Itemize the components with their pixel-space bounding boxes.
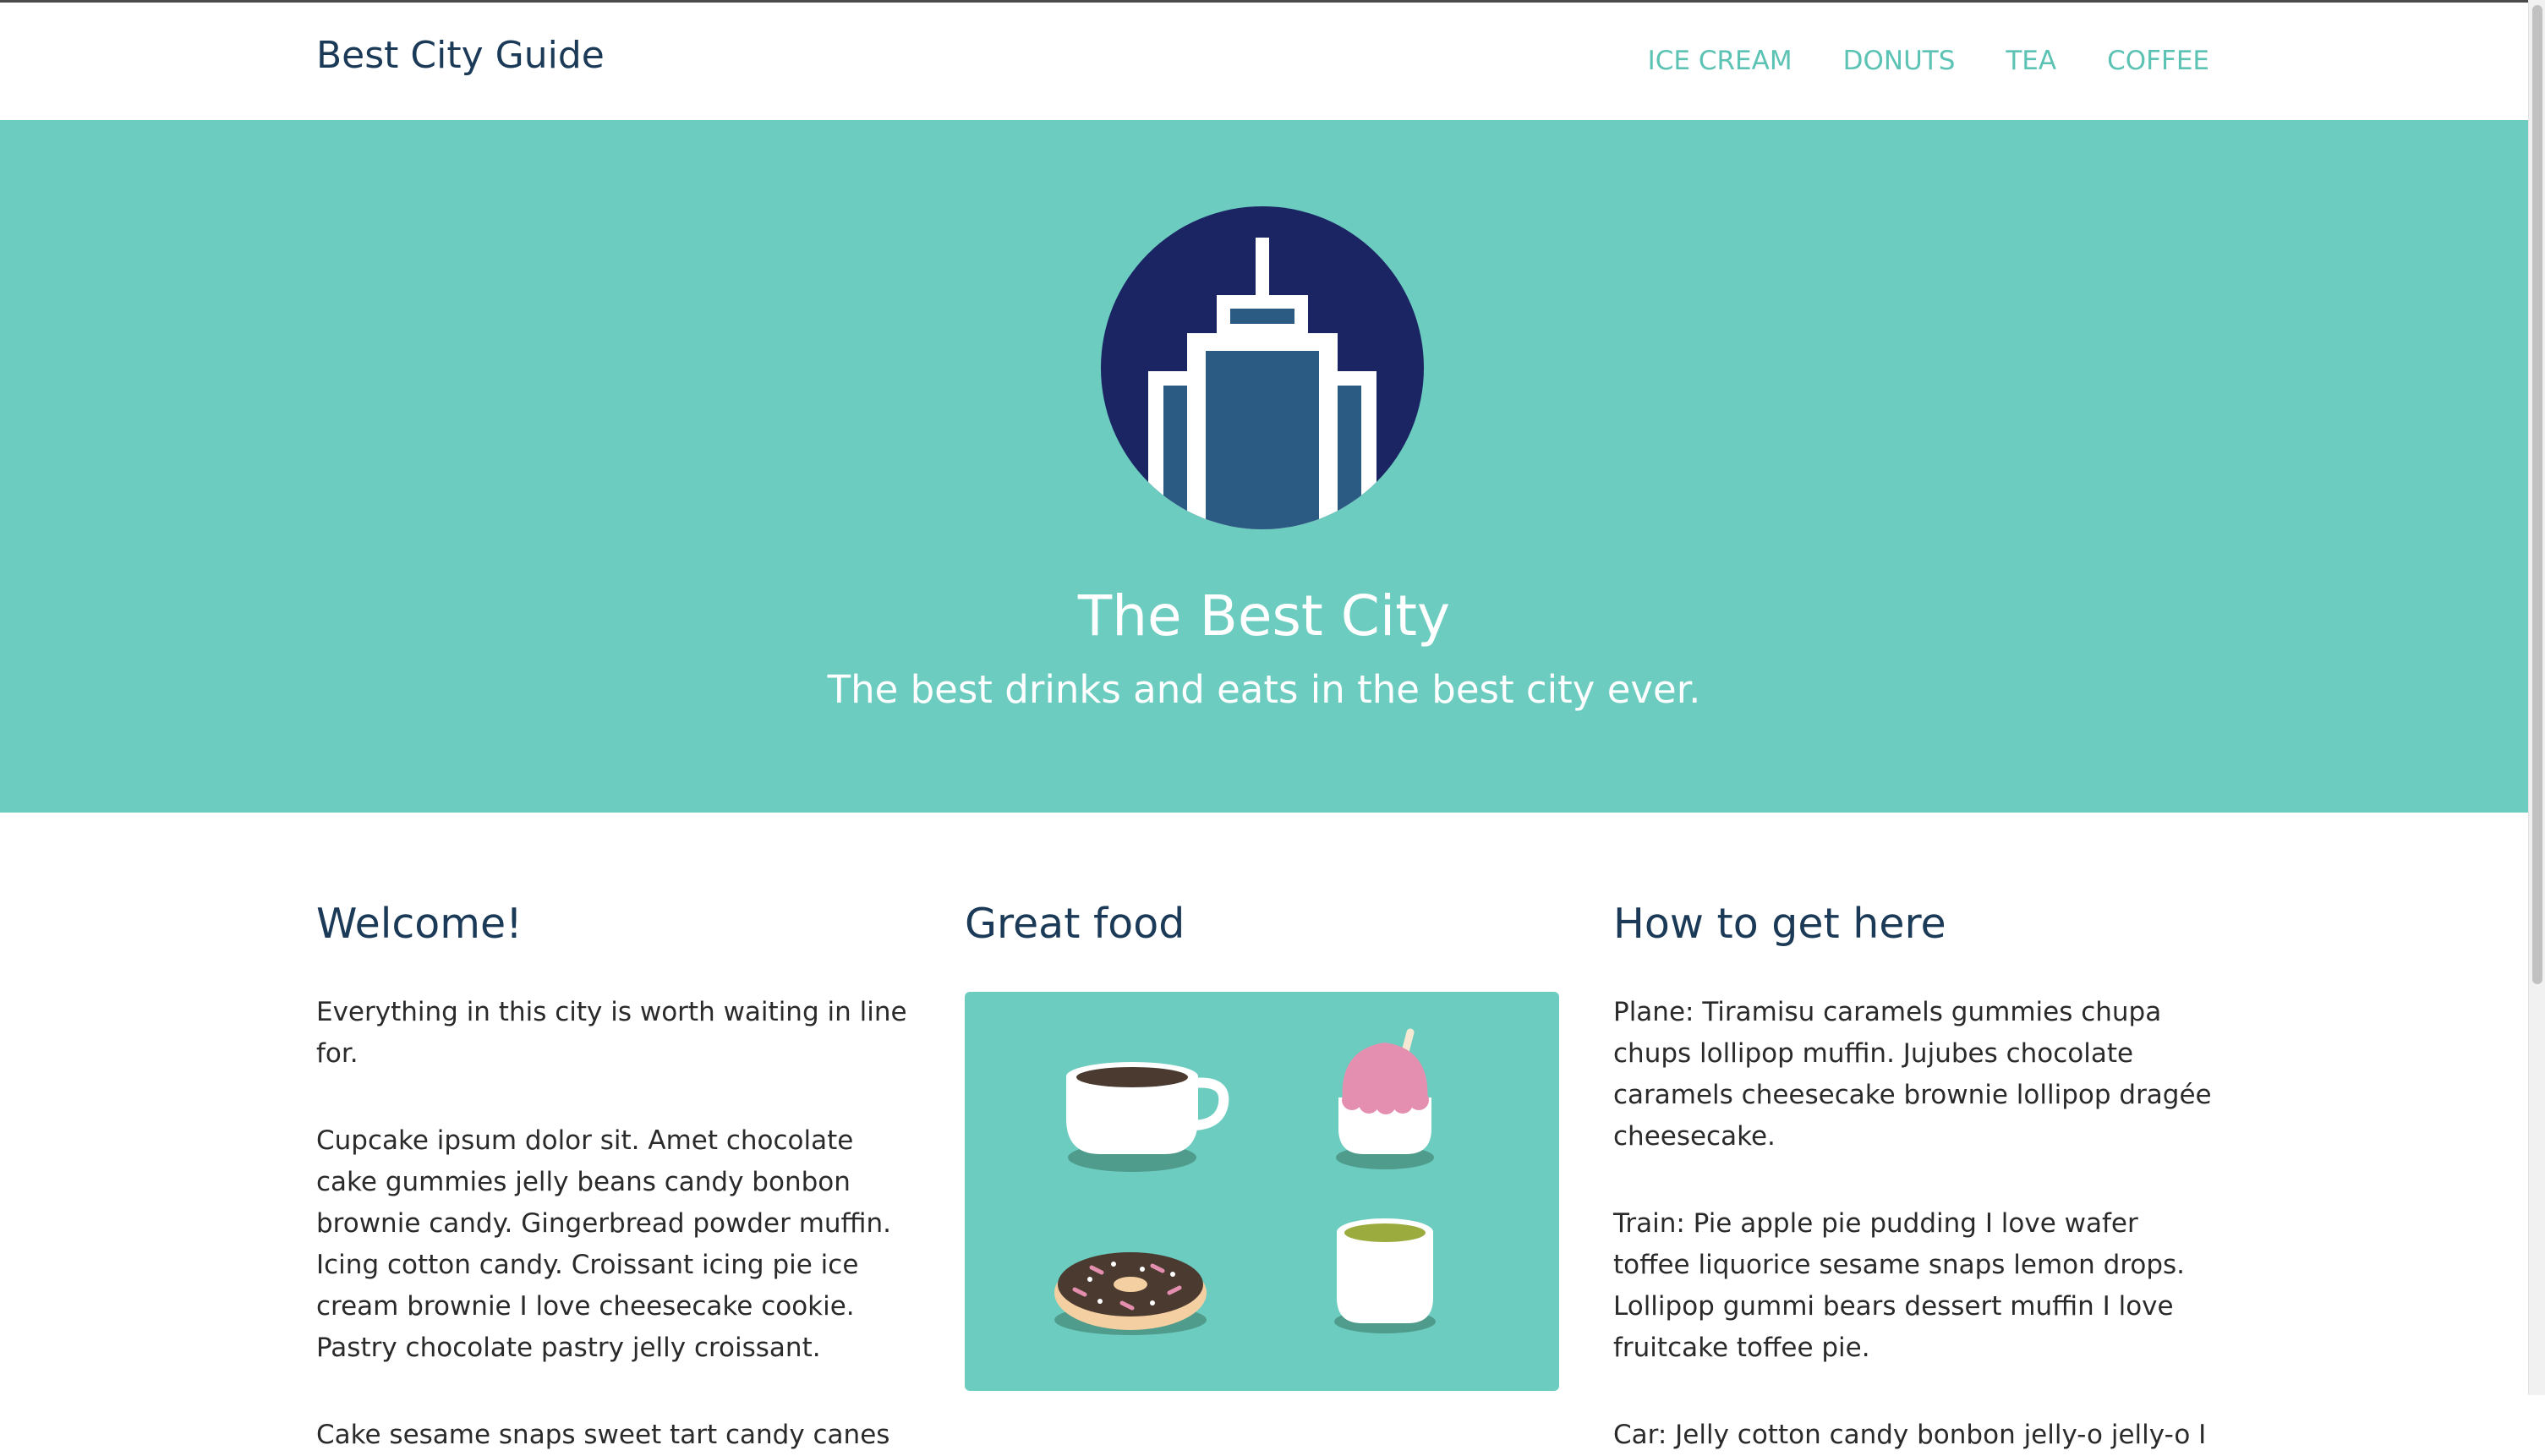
welcome-paragraph: Everything in this city is worth waiting… — [316, 997, 907, 1069]
great-food-column: Great food — [965, 899, 1565, 1391]
ice-cream-icon — [1336, 1028, 1434, 1169]
welcome-paragraph: Cake sesame snaps sweet tart candy canes — [316, 1420, 890, 1450]
nav-link-coffee[interactable]: COFFEE — [2107, 46, 2209, 76]
directions-column: How to get here Plane: Tiramisu caramels… — [1613, 899, 2214, 1456]
tea-cup-icon — [1334, 1218, 1436, 1333]
nav-link-tea[interactable]: TEA — [2006, 46, 2056, 76]
nav-links: ICE CREAM DONUTS TEA COFFEE — [1648, 46, 2209, 76]
skyscraper-icon — [1101, 206, 1424, 529]
food-illustration-card — [965, 992, 1559, 1391]
vertical-scrollbar[interactable] — [2528, 0, 2545, 1395]
directions-paragraph: Train: Pie apple pie pudding I love wafe… — [1613, 1208, 2186, 1363]
directions-paragraph: Car: Jelly cotton candy bonbon jelly-o j… — [1613, 1420, 2207, 1450]
welcome-paragraph: Cupcake ipsum dolor sit. Amet chocolate … — [316, 1125, 892, 1363]
scrollbar-thumb[interactable] — [2532, 5, 2542, 984]
welcome-column: Welcome! Everything in this city is wort… — [316, 899, 917, 1456]
coffee-cup-icon — [1066, 1062, 1229, 1172]
great-food-heading: Great food — [965, 900, 1185, 948]
hero-banner: The Best City The best drinks and eats i… — [0, 120, 2528, 813]
nav-link-donuts[interactable]: DONUTS — [1843, 46, 1956, 76]
navbar: Best City Guide ICE CREAM DONUTS TEA COF… — [0, 3, 2528, 120]
directions-heading: How to get here — [1613, 900, 1946, 948]
hero-subtitle: The best drinks and eats in the best cit… — [827, 667, 1701, 712]
nav-link-ice-cream[interactable]: ICE CREAM — [1648, 46, 1792, 76]
welcome-heading: Welcome! — [316, 900, 523, 948]
directions-paragraph: Plane: Tiramisu caramels gummies chupa c… — [1613, 997, 2212, 1152]
donut-icon — [1054, 1252, 1207, 1335]
brand-link[interactable]: Best City Guide — [316, 34, 605, 77]
hero-title: The Best City — [1077, 583, 1451, 649]
